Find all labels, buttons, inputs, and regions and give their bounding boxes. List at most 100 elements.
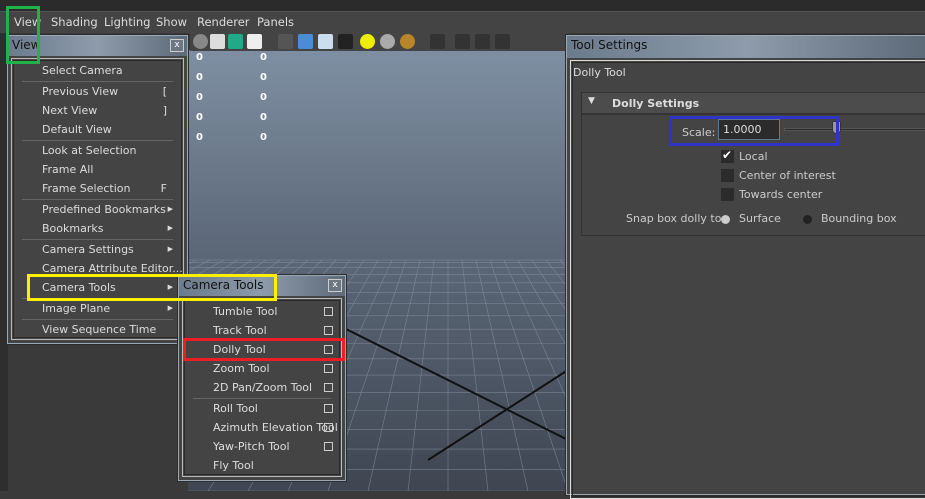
menu-item[interactable]: Frame Selection F: [12, 179, 183, 198]
menu-item[interactable]: Fly Tool: [183, 456, 341, 475]
view-menu: View x Select Camera Previous View [Next V…: [7, 35, 188, 344]
menu-item-label: Yaw-Pitch Tool: [213, 440, 290, 453]
menu-item-label: Image Plane: [42, 302, 111, 315]
menu-item-label: Frame All: [42, 163, 94, 176]
menu-item[interactable]: Dolly Tool: [183, 340, 341, 359]
option-box-icon[interactable]: [324, 383, 333, 392]
hud-value: 0: [260, 132, 267, 143]
menu-item[interactable]: View Sequence Time: [12, 320, 183, 339]
menu-view[interactable]: View: [14, 15, 41, 29]
menu-panels[interactable]: Panels: [257, 15, 294, 29]
menu-item[interactable]: Camera Attribute Editor...: [12, 259, 183, 278]
menu-renderer[interactable]: Renderer: [197, 15, 250, 29]
surface-radio[interactable]: [721, 215, 730, 224]
option-box-icon[interactable]: [324, 326, 333, 335]
hud-value: 0: [196, 72, 203, 83]
option-box-icon[interactable]: [324, 364, 333, 373]
menu-item[interactable]: Azimuth Elevation Tool: [183, 418, 341, 437]
light-icon[interactable]: [360, 34, 375, 49]
scale-input[interactable]: 1.0000: [718, 119, 780, 140]
sphere-icon[interactable]: [193, 34, 208, 49]
camera-tools-title[interactable]: Camera Tools: [179, 276, 345, 296]
shortcut: F: [160, 182, 167, 195]
menu-item-label: Next View: [42, 104, 98, 117]
option-box-icon[interactable]: [324, 442, 333, 451]
menu-item-label: Select Camera: [42, 64, 123, 77]
title-strip: [0, 0, 925, 12]
gray-sphere-icon[interactable]: [380, 34, 395, 49]
submenu-arrow-icon: ▶: [167, 283, 173, 291]
tool-settings-title[interactable]: Tool Settings: [567, 36, 925, 58]
menu-item[interactable]: Yaw-Pitch Tool: [183, 437, 341, 456]
hud-value: 0: [260, 112, 267, 123]
scale-label: Scale:: [682, 126, 716, 139]
towards-center-checkbox[interactable]: [721, 188, 734, 201]
option-box-icon[interactable]: [324, 345, 333, 354]
close-icon[interactable]: x: [328, 279, 342, 292]
text-icon[interactable]: [247, 34, 262, 49]
menu-item-label: Camera Attribute Editor...: [42, 262, 183, 275]
view-menu-title[interactable]: View: [8, 36, 187, 56]
menu-item[interactable]: 2D Pan/Zoom Tool: [183, 378, 341, 397]
shortcut: ]: [162, 104, 167, 117]
menu-item[interactable]: Zoom Tool: [183, 359, 341, 378]
gold-sphere-icon[interactable]: [400, 34, 415, 49]
menu-item-label: Dolly Tool: [213, 343, 266, 356]
option-box-icon[interactable]: [324, 404, 333, 413]
menu-item[interactable]: Track Tool: [183, 321, 341, 340]
menu-shading[interactable]: Shading: [51, 15, 98, 29]
menu-item[interactable]: Roll Tool: [183, 399, 341, 418]
menu-item-label: Frame Selection: [42, 182, 131, 195]
section-title: Dolly Settings: [612, 97, 700, 110]
menu-item[interactable]: Select Camera: [12, 61, 183, 80]
menu-show[interactable]: Show: [156, 15, 187, 29]
menu-lighting[interactable]: Lighting: [104, 15, 150, 29]
wire-cube-icon[interactable]: [278, 34, 293, 49]
wire-shaded-cube-icon[interactable]: [318, 34, 333, 49]
menu-item[interactable]: Frame All: [12, 160, 183, 179]
submenu-arrow-icon: ▶: [167, 245, 173, 253]
hud-value: 0: [196, 52, 203, 63]
shortcut: [: [162, 85, 167, 98]
menu-item[interactable]: Camera Settings ▶: [12, 240, 183, 259]
menu-item[interactable]: Look at Selection: [12, 141, 183, 160]
hud-value: 0: [260, 92, 267, 103]
menu-item[interactable]: Bookmarks ▶: [12, 219, 183, 238]
share-icon[interactable]: [495, 34, 510, 49]
local-checkbox[interactable]: ✔: [721, 148, 734, 163]
menu-item[interactable]: Image Plane ▶: [12, 299, 183, 318]
bounding-box-radio[interactable]: [803, 215, 812, 224]
shaded-cube-icon[interactable]: [298, 34, 313, 49]
xray-icon[interactable]: [475, 34, 490, 49]
wireframe-icon[interactable]: [210, 34, 225, 49]
isolate-icon[interactable]: [455, 34, 470, 49]
option-box-icon[interactable]: [324, 423, 333, 432]
menu-item-label: Bookmarks: [42, 222, 104, 235]
option-box-icon[interactable]: [324, 307, 333, 316]
hud-value: 0: [260, 72, 267, 83]
dolly-settings-header[interactable]: ▼ Dolly Settings: [581, 92, 925, 114]
close-icon[interactable]: x: [170, 39, 184, 52]
menu-item-label: Track Tool: [213, 324, 267, 337]
menu-item[interactable]: Previous View [: [12, 82, 183, 101]
center-of-interest-checkbox[interactable]: [721, 169, 734, 182]
select-region-icon[interactable]: [430, 34, 445, 49]
menu-item-label: 2D Pan/Zoom Tool: [213, 381, 313, 394]
slider-thumb[interactable]: [832, 121, 841, 134]
menu-item[interactable]: Default View: [12, 120, 183, 139]
menu-item-label: Tumble Tool: [213, 305, 278, 318]
menu-item[interactable]: Tumble Tool: [183, 302, 341, 321]
menu-item-label: Fly Tool: [213, 459, 254, 472]
camera-tools-items: Tumble Tool Track Tool Dolly Tool Zoom Tool…: [182, 298, 342, 477]
viewport-toolbar: [190, 32, 570, 51]
tool-name: Dolly Tool: [573, 66, 626, 79]
bookmark-icon[interactable]: [228, 34, 243, 49]
menu-item-label: Zoom Tool: [213, 362, 270, 375]
menu-item[interactable]: Predefined Bookmarks ▶: [12, 200, 183, 219]
hud-value: 0: [260, 52, 267, 63]
scale-slider[interactable]: [784, 128, 925, 131]
submenu-arrow-icon: ▶: [167, 205, 173, 213]
menu-item[interactable]: Camera Tools ▶: [12, 278, 183, 297]
checker-icon[interactable]: [338, 34, 353, 49]
menu-item[interactable]: Next View]: [12, 101, 183, 120]
